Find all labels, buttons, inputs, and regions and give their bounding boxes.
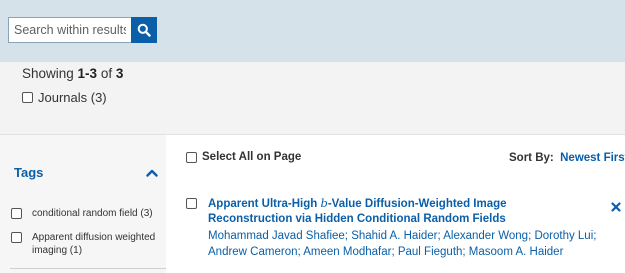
facet-journals-label: Journals (3) [38, 90, 107, 105]
search-box [8, 17, 157, 43]
sort-value[interactable]: Newest First [560, 152, 625, 164]
results-facet-panel: Showing 1-3 of 3 Journals (3) [0, 62, 625, 134]
tag-checkbox[interactable] [11, 208, 22, 219]
results-count-prefix: Showing [22, 66, 78, 81]
results-total: 3 [115, 66, 124, 81]
select-all-on-page[interactable]: Select All on Page [186, 151, 301, 163]
close-icon[interactable] [611, 202, 621, 212]
select-all-label: Select All on Page [202, 151, 302, 163]
search-bar-area [0, 0, 625, 62]
result-title-link[interactable]: Apparent Ultra-High b-Value Diffusion-We… [208, 196, 538, 227]
sort-label: Sort By: [509, 152, 554, 164]
tag-checkbox[interactable] [11, 232, 22, 243]
result-authors[interactable]: Mohammad Javad Shafiee; Shahid A. Haider… [208, 228, 603, 260]
sort-control[interactable]: Sort By: Newest First [509, 152, 625, 164]
results-range: 1-3 [77, 66, 98, 81]
select-all-checkbox[interactable] [186, 151, 197, 163]
facet-journals[interactable]: Journals (3) [22, 90, 107, 105]
tag-label: conditional random field (3) [32, 208, 153, 219]
results-list: Select All on Page Sort By: Newest First… [166, 135, 625, 273]
result-checkbox[interactable] [186, 198, 197, 209]
results-count: Showing 1-3 of 3 [22, 66, 123, 81]
facet-journals-checkbox[interactable] [22, 92, 33, 103]
tag-label: Apparent diffusion weighted imaging (1) [32, 232, 156, 256]
tag-filter-item[interactable]: Apparent diffusion weighted imaging (1) [11, 231, 161, 257]
sidebar: Tags conditional random field (3) Appare… [0, 135, 166, 273]
search-input[interactable] [8, 17, 131, 43]
chevron-up-icon[interactable] [146, 169, 158, 177]
search-button[interactable] [131, 17, 157, 43]
divider [10, 268, 166, 269]
results-count-of: of [97, 66, 116, 81]
search-icon [137, 23, 151, 37]
tags-heading: Tags [14, 165, 44, 180]
result-title-part: Apparent Ultra-High [208, 198, 321, 210]
tag-filter-item[interactable]: conditional random field (3) [11, 207, 161, 220]
result-title-math: b [320, 196, 328, 210]
